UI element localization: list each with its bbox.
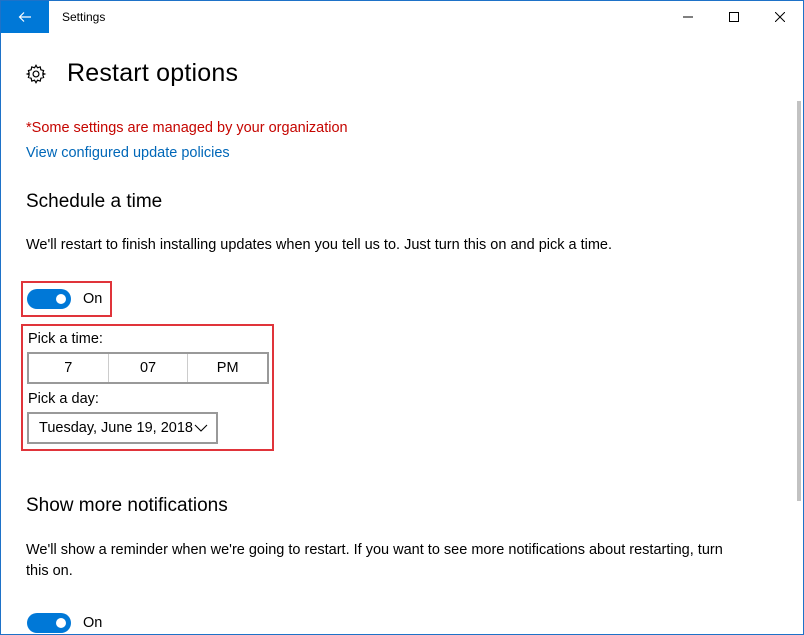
minimize-button[interactable] [665, 1, 711, 33]
scrollbar[interactable] [797, 101, 801, 501]
window-title: Settings [62, 10, 106, 24]
hour-field[interactable]: 7 [29, 354, 109, 382]
page-title: Restart options [67, 59, 239, 87]
schedule-toggle-label: On [83, 291, 103, 307]
notifications-toggle-label: On [83, 615, 103, 631]
notifications-description-line1: We'll show a reminder when we're going t… [26, 542, 723, 558]
toggle-knob [56, 294, 66, 304]
managed-notice: *Some settings are managed by your organ… [26, 120, 348, 136]
notifications-toggle[interactable] [27, 613, 71, 633]
schedule-description: We'll restart to finish installing updat… [26, 237, 613, 253]
notifications-toggle-row: On [27, 613, 102, 633]
notifications-heading: Show more notifications [26, 495, 228, 516]
back-button[interactable] [1, 1, 49, 33]
schedule-toggle[interactable] [27, 289, 71, 309]
period-field[interactable]: PM [188, 354, 267, 382]
page-header: Restart options [25, 59, 238, 88]
notifications-description-line2: this on. [26, 563, 73, 579]
day-dropdown[interactable]: Tuesday, June 19, 2018 [27, 412, 218, 444]
minute-field[interactable]: 07 [109, 354, 189, 382]
gear-icon [25, 63, 47, 85]
time-picker[interactable]: 7 07 PM [27, 352, 269, 384]
maximize-icon [729, 12, 739, 22]
title-bar: Settings [1, 1, 803, 33]
toggle-knob [56, 618, 66, 628]
settings-window: Settings Restart options *Some settings … [0, 0, 804, 635]
view-policies-link[interactable]: View configured update policies [26, 145, 230, 161]
close-button[interactable] [757, 1, 803, 33]
schedule-heading: Schedule a time [26, 191, 163, 212]
maximize-button[interactable] [711, 1, 757, 33]
close-icon [775, 12, 785, 22]
schedule-toggle-row: On [27, 289, 102, 309]
chevron-down-icon [194, 424, 208, 432]
day-value: Tuesday, June 19, 2018 [39, 420, 193, 436]
pick-day-label: Pick a day: [28, 391, 99, 407]
pick-time-label: Pick a time: [28, 331, 103, 347]
back-arrow-icon [18, 12, 31, 22]
minimize-icon [683, 16, 693, 18]
